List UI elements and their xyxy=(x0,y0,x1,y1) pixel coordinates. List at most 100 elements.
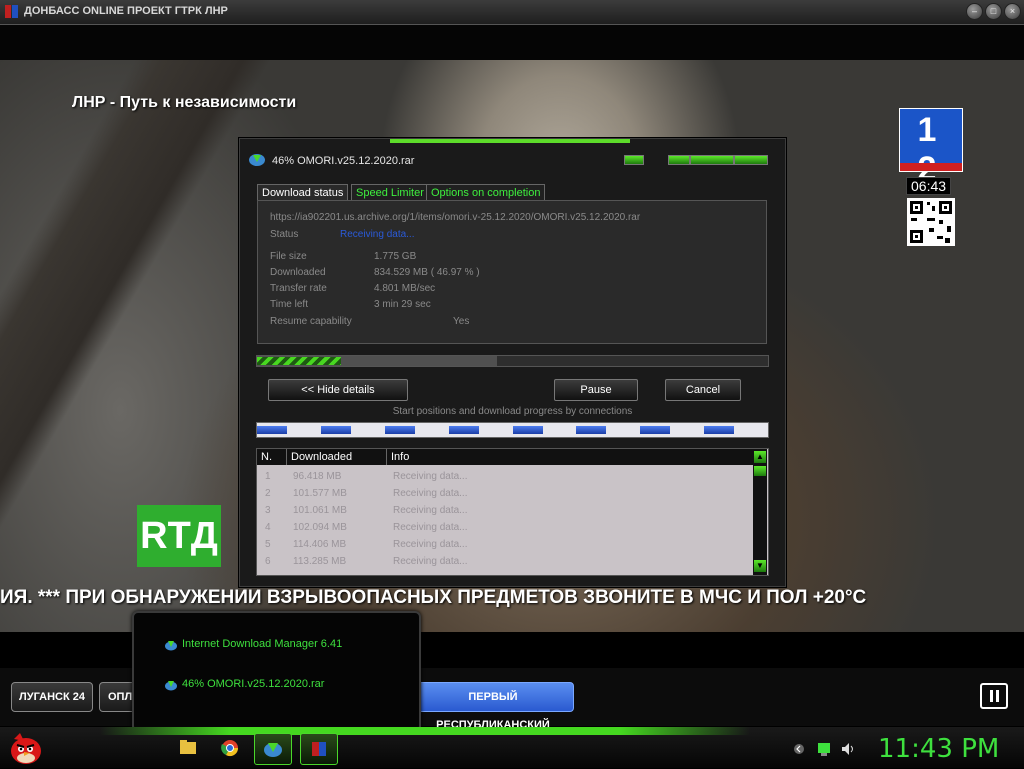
progress-active-segment xyxy=(257,357,341,365)
maximize-button[interactable]: □ xyxy=(985,3,1002,20)
table-header: N. Downloaded Info xyxy=(257,449,753,465)
folder-icon xyxy=(180,740,196,754)
start-button-angry-bird-icon[interactable] xyxy=(6,729,46,767)
table-row[interactable]: 6 113.285 MB Receiving data... xyxy=(257,554,753,571)
connections-caption: Start positions and download progress by… xyxy=(392,406,633,417)
connection-segment xyxy=(640,426,671,434)
cell-downloaded: 101.061 MB xyxy=(293,505,347,516)
player-app-icon xyxy=(312,742,326,756)
cell-n: 3 xyxy=(265,505,271,516)
table-row[interactable]: 1 96.418 MB Receiving data... xyxy=(257,469,753,486)
table-scrollbar[interactable]: ▲ ▼ xyxy=(753,449,767,575)
cell-info: Receiving data... xyxy=(393,556,468,567)
download-status-panel: https://ia902201.us.archive.org/1/items/… xyxy=(257,200,767,344)
idm-icon xyxy=(165,681,177,691)
window-title-bar: ДОНБАСС ONLINE ПРОЕКТ ГТРК ЛНР – □ × xyxy=(0,0,1024,25)
window-title: ДОНБАСС ONLINE ПРОЕКТ ГТРК ЛНР xyxy=(24,5,228,17)
table-row[interactable]: 4 102.094 MB Receiving data... xyxy=(257,520,753,537)
connection-segment xyxy=(257,426,287,434)
system-tray xyxy=(794,743,853,756)
idm-icon xyxy=(165,641,177,651)
cell-downloaded: 101.577 MB xyxy=(293,488,347,499)
dialog-title: 46% OMORI.v25.12.2020.rar xyxy=(272,155,415,167)
column-header-downloaded[interactable]: Downloaded xyxy=(287,449,387,465)
cancel-button[interactable]: Cancel xyxy=(665,379,741,401)
file-size-label: File size xyxy=(270,251,307,262)
dialog-restore-button[interactable] xyxy=(668,155,690,165)
column-header-n[interactable]: N. xyxy=(257,449,287,465)
cell-info: Receiving data... xyxy=(393,505,468,516)
download-dialog: 46% OMORI.v25.12.2020.rar Download statu… xyxy=(239,138,786,587)
pause-button[interactable]: Pause xyxy=(554,379,638,401)
taskbar-chrome-button[interactable] xyxy=(212,733,248,763)
cell-downloaded: 113.285 MB xyxy=(293,556,347,567)
time-left-label: Time left xyxy=(270,299,308,310)
downloaded-value: 834.529 MB ( 46.97 % ) xyxy=(374,267,480,278)
status-label: Status xyxy=(270,229,299,240)
cell-n: 6 xyxy=(265,556,271,567)
downloaded-label: Downloaded xyxy=(270,267,326,278)
dialog-close-button[interactable] xyxy=(734,155,768,165)
channel-logo: 1 2 xyxy=(899,108,963,188)
cell-info: Receiving data... xyxy=(393,539,468,550)
hide-details-button[interactable]: << Hide details xyxy=(268,379,408,401)
table-row[interactable]: 2 101.577 MB Receiving data... xyxy=(257,486,753,503)
transfer-rate-value: 4.801 MB/sec xyxy=(374,283,436,294)
time-left-value: 3 min 29 sec xyxy=(374,299,431,310)
channel-button-first-republican[interactable]: ПЕРВЫЙ РЕСПУБЛИКАНСКИЙ xyxy=(412,682,574,731)
scroll-up-arrow-icon[interactable]: ▲ xyxy=(754,451,766,463)
scroll-down-arrow-icon[interactable]: ▼ xyxy=(754,560,766,572)
cell-n: 2 xyxy=(265,488,271,499)
idm-icon xyxy=(249,154,265,166)
status-value: Receiving data... xyxy=(340,229,415,240)
close-button[interactable]: × xyxy=(1004,3,1021,20)
cell-info: Receiving data... xyxy=(393,471,468,482)
scroll-thumb[interactable] xyxy=(754,466,766,476)
preview-item-idm[interactable]: Internet Download Manager 6.41 xyxy=(182,638,342,650)
cell-n: 5 xyxy=(265,539,271,550)
connection-segment xyxy=(320,426,351,434)
cell-n: 1 xyxy=(265,471,271,482)
resume-capability-value: Yes xyxy=(453,316,470,327)
cell-info: Receiving data... xyxy=(393,488,468,499)
cell-downloaded: 96.418 MB xyxy=(293,471,342,482)
download-progress-bar xyxy=(256,355,769,367)
download-url: https://ia902201.us.archive.org/1/items/… xyxy=(270,212,641,223)
cell-info: Receiving data... xyxy=(393,522,468,533)
dialog-top-glow xyxy=(390,139,630,143)
file-size-value: 1.775 GB xyxy=(374,251,417,262)
show-title: ЛНР - Путь к независимости xyxy=(72,94,297,111)
table-row[interactable]: 5 114.406 MB Receiving data... xyxy=(257,537,753,554)
taskbar-idm-button[interactable] xyxy=(254,733,292,765)
taskbar-clock[interactable]: 11:43 PM xyxy=(878,734,999,764)
dialog-maximize-button[interactable] xyxy=(690,155,734,165)
connection-segment xyxy=(512,426,543,434)
letterbox-top xyxy=(0,25,1024,60)
minimize-button[interactable]: – xyxy=(966,3,983,20)
chrome-icon xyxy=(221,740,239,757)
connections-table: N. Downloaded Info 1 96.418 MB Receiving d… xyxy=(256,448,769,576)
table-row[interactable]: 3 101.061 MB Receiving data... xyxy=(257,503,753,520)
channel-button-luhansk[interactable]: ЛУГАНСК 24 xyxy=(11,682,93,712)
idm-icon xyxy=(264,743,282,757)
taskbar-preview-popup: Internet Download Manager 6.41 46% OMORI… xyxy=(132,611,421,732)
taskbar-player-button[interactable] xyxy=(300,733,338,765)
connections-progress-bar xyxy=(256,422,769,438)
video-clock: 06:43 xyxy=(906,177,952,195)
connection-segment xyxy=(576,426,607,434)
player-pause-button[interactable] xyxy=(980,683,1008,709)
rt-logo: RTД xyxy=(137,505,221,567)
taskbar xyxy=(0,727,1024,768)
connection-segment xyxy=(448,426,479,434)
taskbar-explorer-button[interactable] xyxy=(170,733,206,763)
preview-item-download[interactable]: 46% OMORI.v25.12.2020.rar xyxy=(182,678,324,690)
dialog-window-buttons xyxy=(624,153,770,167)
resume-capability-label: Resume capability xyxy=(270,316,352,327)
channel-logo-stripe xyxy=(900,163,962,171)
connection-segment xyxy=(384,426,415,434)
column-header-info[interactable]: Info xyxy=(387,449,753,465)
dialog-minimize-button[interactable] xyxy=(624,155,644,165)
connection-segment xyxy=(704,426,735,434)
app-logo-icon xyxy=(5,5,18,18)
cell-downloaded: 114.406 MB xyxy=(293,539,347,550)
